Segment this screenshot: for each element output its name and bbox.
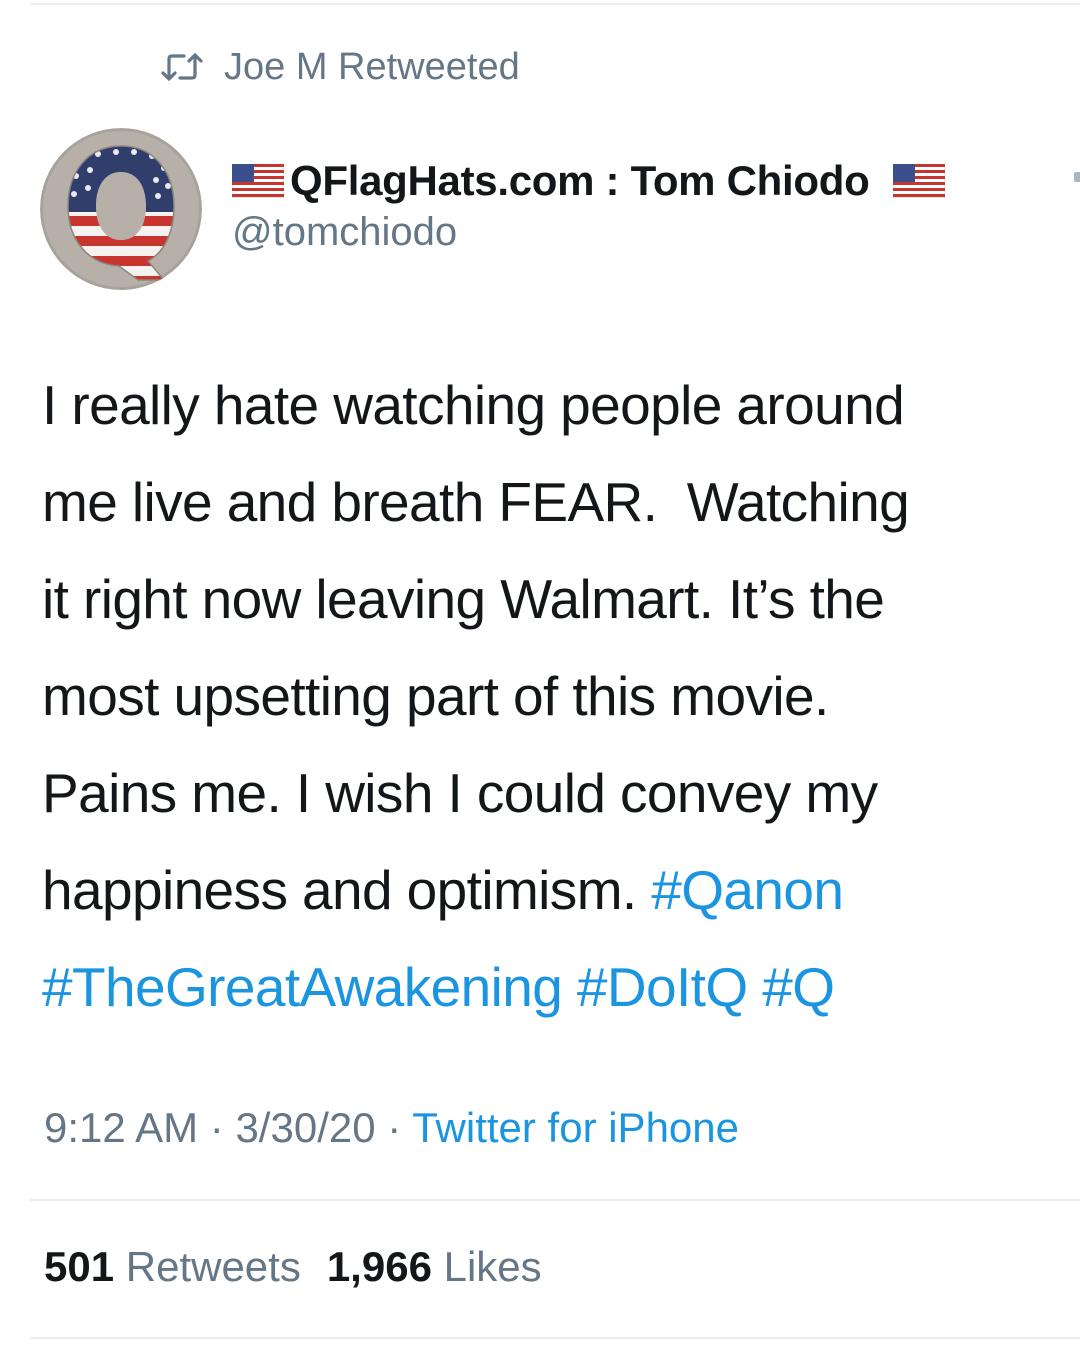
tweet-line-text: happiness and optimism. [42, 859, 652, 921]
bottom-divider [30, 1337, 1080, 1339]
hashtag-link[interactable]: #Q [762, 956, 835, 1018]
hashtag-link[interactable]: #DoItQ [577, 956, 748, 1018]
likes-count: 1,966 [326, 1243, 432, 1290]
author-display-name[interactable]: QFlagHats.com : Tom Chiodo [290, 157, 870, 205]
tweet-line: it right now leaving Walmart. It’s the [42, 568, 885, 630]
tweet-line: Pains me. I wish I could convey my [42, 762, 878, 824]
meta-separator: · [209, 1104, 224, 1151]
tweet-line: #TheGreatAwakening #DoItQ #Q [42, 939, 1078, 1036]
author-name-row[interactable]: QFlagHats.com : Tom Chiodo [232, 150, 946, 212]
tweet-meta: 9:12 AM · 3/30/20 · Twitter for iPhone [44, 1104, 739, 1152]
tweet-stats: 501 Retweets 1,966 Likes [44, 1243, 542, 1291]
retweets-stat[interactable]: 501 Retweets [44, 1243, 301, 1290]
us-flag-icon [232, 164, 284, 198]
likes-label: Likes [443, 1243, 542, 1290]
tweet-line: happiness and optimism. #Qanon [42, 842, 1078, 939]
hashtag-link[interactable]: #Qanon [651, 859, 844, 921]
tweet-time[interactable]: 9:12 AM [44, 1104, 198, 1151]
tweet-date[interactable]: 3/30/20 [235, 1104, 375, 1151]
retweet-context[interactable]: Joe M Retweeted [160, 44, 520, 90]
us-flag-icon [875, 164, 946, 198]
tweet-body: I really hate watching people around me … [42, 357, 1078, 1036]
tweet-line: I really hate watching people around [42, 374, 905, 436]
hashtag-link[interactable]: #TheGreatAwakening [42, 956, 563, 1018]
tweet-line: me live and breath FEAR. Watching [42, 471, 910, 533]
retweets-label: Retweets [125, 1243, 301, 1290]
tweet-source-link[interactable]: Twitter for iPhone [412, 1104, 739, 1151]
q-flag-avatar-icon [40, 128, 202, 290]
meta-separator: · [387, 1104, 402, 1151]
author-handle[interactable]: @tomchiodo [232, 210, 457, 255]
retweet-label[interactable]: Joe M Retweeted [224, 46, 520, 89]
author-avatar[interactable] [40, 128, 202, 290]
tweet-line: most upsetting part of this movie. [42, 665, 829, 727]
more-options-icon[interactable] [1074, 172, 1080, 182]
retweet-icon [160, 52, 204, 82]
stats-divider [30, 1199, 1080, 1201]
top-divider [30, 3, 1080, 5]
retweets-count: 501 [44, 1243, 115, 1290]
likes-stat[interactable]: 1,966 Likes [327, 1243, 542, 1290]
